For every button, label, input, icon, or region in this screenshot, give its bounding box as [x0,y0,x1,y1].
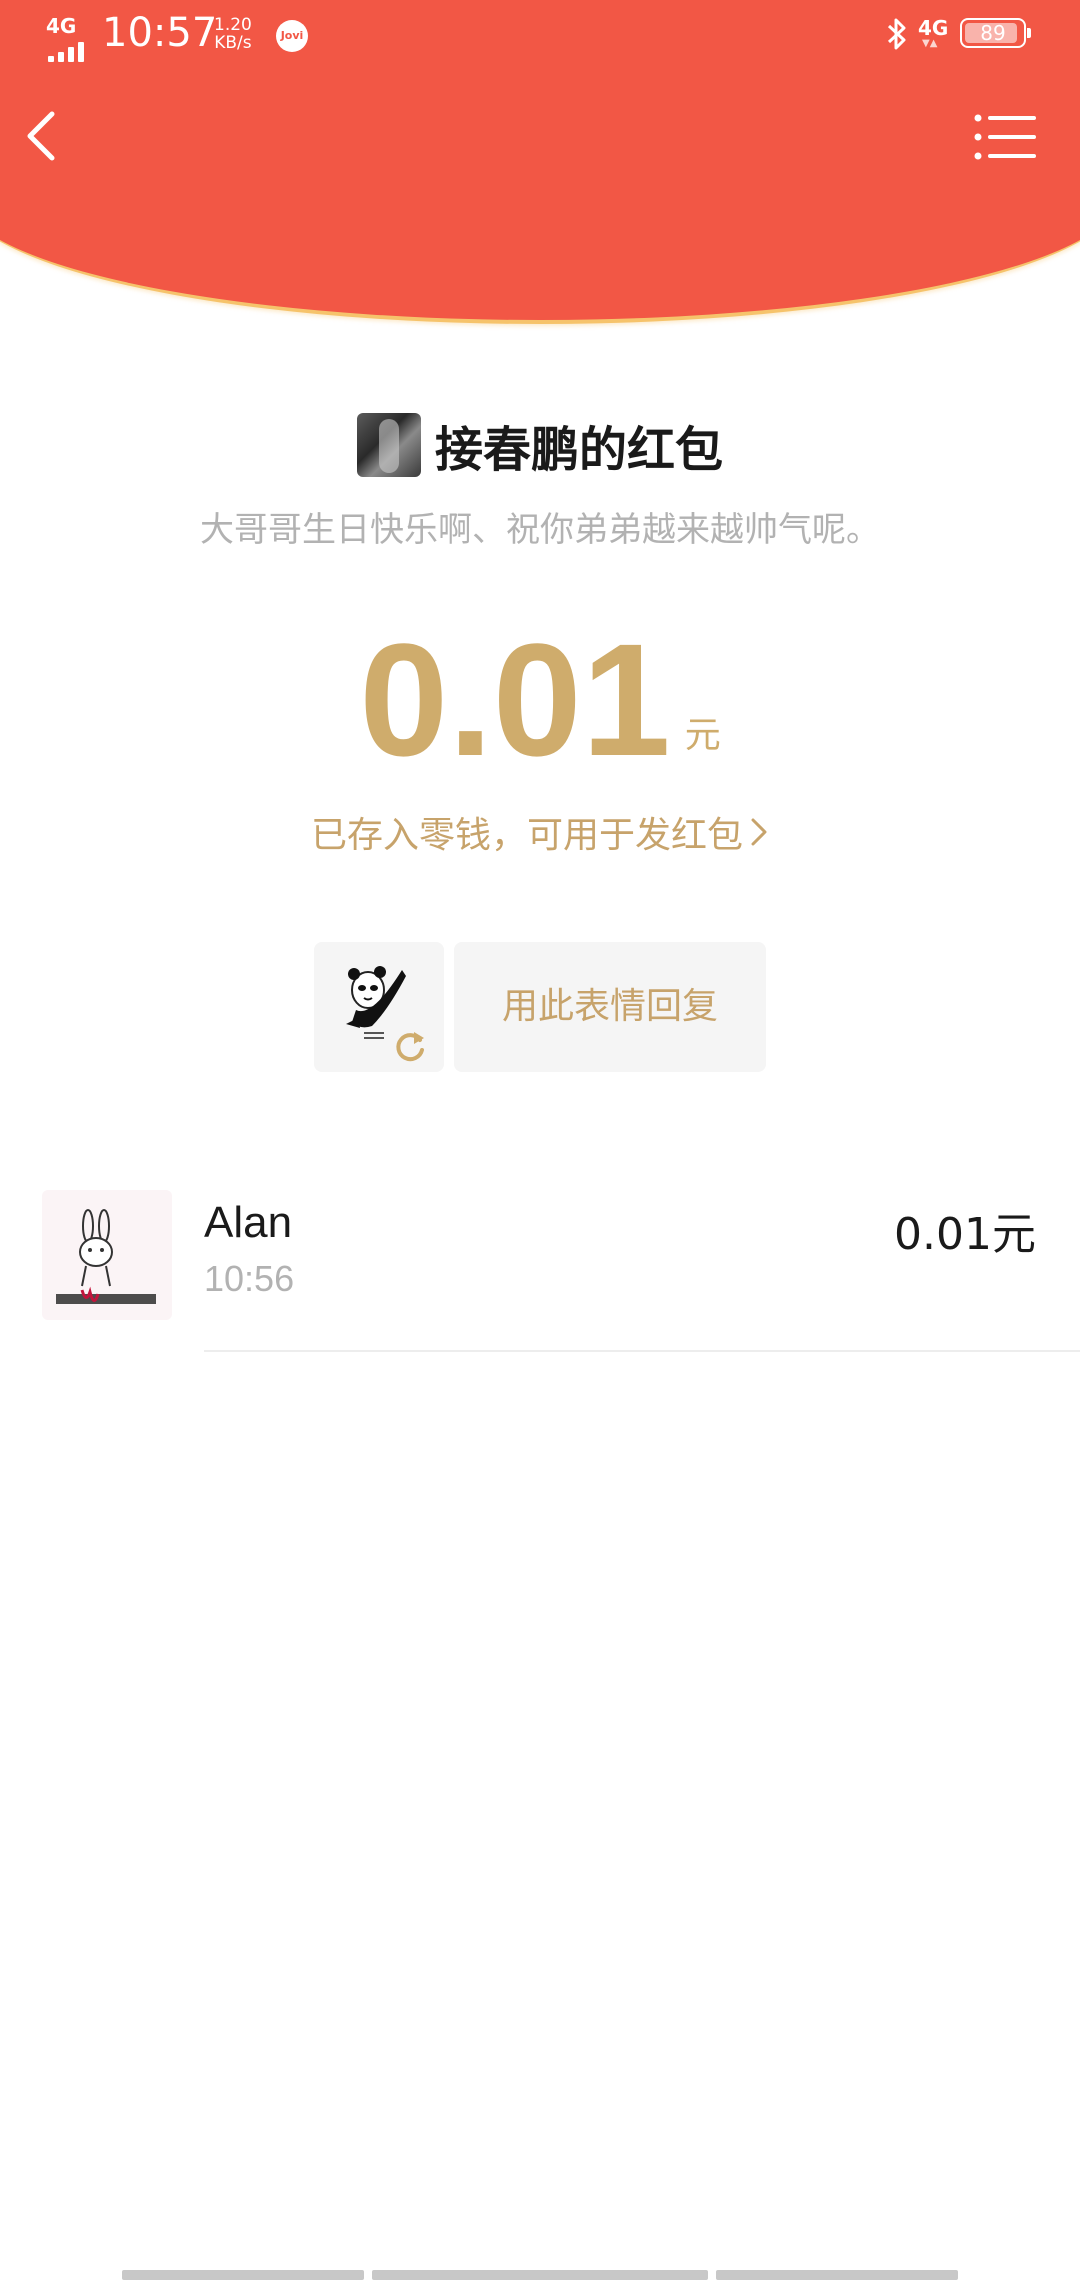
jovi-icon: Jovi [276,20,308,52]
list-item[interactable]: Alan 10:56 0.01元 [0,1190,1080,1352]
status-time: 10:57 [102,10,218,56]
list-icon[interactable] [972,112,1038,162]
gesture-bar[interactable] [716,2270,958,2280]
red-packet-detail-page: 4G 10:57 1.20 KB/s Jovi 4G ▼▲ 89 接春鹏的红包 … [0,0,1080,2280]
receive-amount: 0.01元 [894,1209,1036,1260]
packet-title-row: 接春鹏的红包 [0,410,1080,480]
bluetooth-icon [887,18,906,50]
battery-icon: 89 [960,18,1031,48]
gesture-bar[interactable] [122,2270,364,2280]
amount-row: 0.01 元 [0,620,1080,780]
received-amount: 0.01 [359,610,671,789]
chevron-left-icon[interactable] [16,104,66,168]
status-bar: 4G 10:57 1.20 KB/s Jovi 4G ▼▲ 89 [0,0,1080,72]
reply-with-sticker-button[interactable]: 用此表情回复 [454,942,766,1072]
refresh-icon[interactable] [392,1028,428,1064]
receive-time: 10:56 [204,1258,295,1299]
chevron-right-icon [751,818,767,846]
packet-title: 接春鹏的红包 [434,422,723,478]
divider [204,1350,1080,1352]
network-speed: 1.20 KB/s [214,15,252,53]
sticker-preview[interactable] [314,942,444,1072]
sender-avatar[interactable] [356,413,421,477]
receiver-avatar[interactable] [42,1190,172,1320]
currency-unit: 元 [684,715,721,756]
blessing-message: 大哥哥生日快乐啊、祝你弟弟越来越帅气呢。 [200,510,880,550]
stored-to-change-link[interactable]: 已存入零钱，可用于发红包 [0,806,1080,858]
cellular-signal-icon: 4G [46,14,96,62]
rabbit-avatar-icon [56,1209,156,1304]
cellular-4g-icon: 4G ▼▲ [918,16,949,49]
receiver-name: Alan [204,1198,293,1247]
gesture-bar[interactable] [372,2270,708,2280]
